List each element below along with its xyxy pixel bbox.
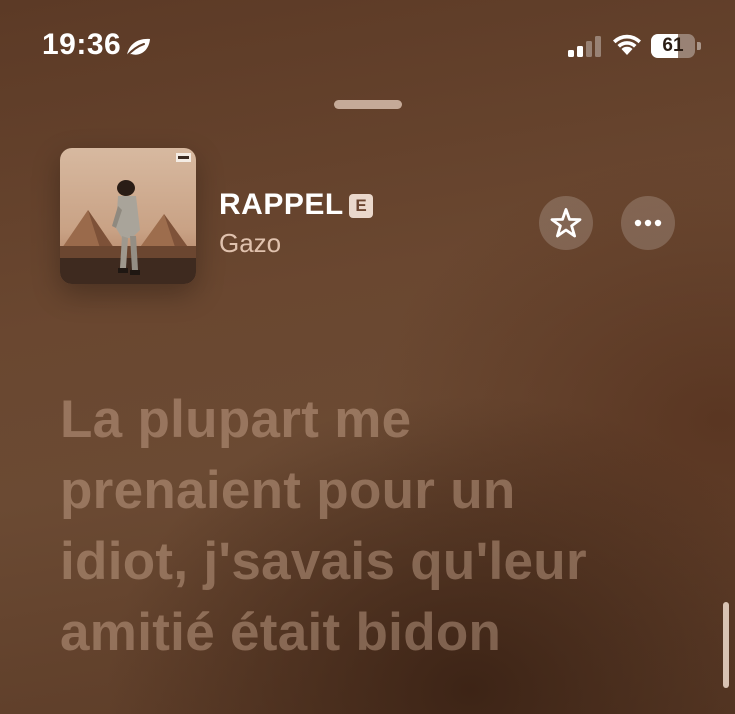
battery-nub [697,42,701,50]
cellular-signal-icon [568,35,604,57]
album-artwork[interactable] [60,148,196,284]
lyric-line[interactable]: amitié était bidon [60,597,700,668]
leaf-icon [124,36,152,58]
status-bar: 19:36 61 [0,0,735,95]
wifi-icon [611,33,643,57]
lyric-line[interactable]: La plupart me [60,384,700,455]
star-icon [550,208,582,238]
more-options-button[interactable] [621,196,675,250]
track-artist[interactable]: Gazo [219,228,281,259]
lyrics-view[interactable]: La plupart me prenaient pour un idiot, j… [60,384,700,668]
battery-icon: 61 [651,34,703,58]
status-time: 19:36 [42,28,122,61]
lyric-line[interactable]: idiot, j'savais qu'leur [60,526,700,597]
sheet-grabber-handle[interactable] [334,100,402,109]
battery-percentage: 61 [662,35,684,56]
ellipsis-icon [634,219,662,227]
scroll-indicator[interactable] [723,602,729,688]
battery-body: 61 [651,34,695,58]
favorite-button[interactable] [539,196,593,250]
explicit-badge: E [349,194,373,218]
lyric-line[interactable]: prenaient pour un [60,455,700,526]
track-title[interactable]: RAPPEL [219,188,344,222]
